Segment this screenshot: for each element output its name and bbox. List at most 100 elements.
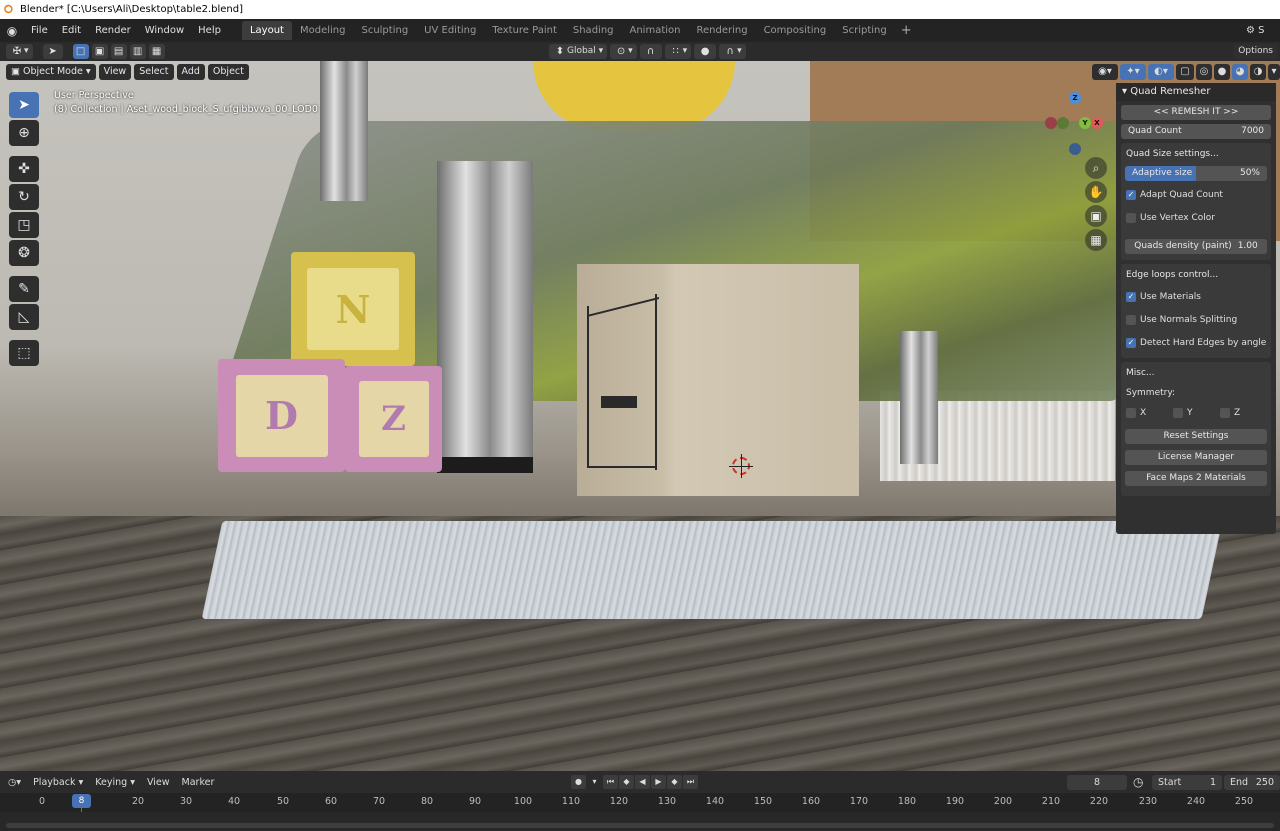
shading-rendered[interactable]: ◑ <box>1250 64 1266 80</box>
cursor-tool[interactable]: ⊕ <box>9 120 39 146</box>
play-button[interactable]: ▶ <box>651 775 666 789</box>
adaptive-size-slider[interactable]: Adaptive size 50% <box>1125 166 1267 181</box>
use-materials-checkbox[interactable]: ✓ Use Materials <box>1121 285 1271 308</box>
gizmo-neg-y[interactable] <box>1057 117 1069 129</box>
gizmo-x-axis[interactable]: X <box>1091 117 1103 129</box>
tab-rendering[interactable]: Rendering <box>688 21 755 40</box>
perspective-toggle-button[interactable]: ▦ <box>1085 229 1107 251</box>
next-keyframe-button[interactable]: ◆ <box>667 775 682 789</box>
use-preview-range-icon[interactable]: ◷ <box>1133 775 1143 789</box>
tab-scripting[interactable]: Scripting <box>834 21 894 40</box>
quad-size-title[interactable]: Quad Size settings... <box>1121 145 1271 164</box>
gizmos-toggle[interactable]: ✦▾ <box>1120 64 1146 80</box>
gizmo-neg-z[interactable] <box>1069 143 1081 155</box>
move-tool[interactable]: ✜ <box>9 156 39 182</box>
tab-uv-editing[interactable]: UV Editing <box>416 21 484 40</box>
select-mode-button[interactable]: ➤ <box>42 44 63 59</box>
visibility-dropdown[interactable]: ◉▾ <box>1092 64 1118 80</box>
symmetry-z-checkbox[interactable]: Z <box>1220 402 1267 425</box>
navigation-gizmo[interactable]: Z X Y <box>1040 89 1110 159</box>
detect-hard-edges-checkbox[interactable]: ✓ Detect Hard Edges by angle <box>1121 331 1271 354</box>
select-new-button[interactable]: □ <box>72 44 89 59</box>
camera-view-button[interactable]: ▣ <box>1085 205 1107 227</box>
timeline-menu-playback[interactable]: Playback ▾ <box>27 777 89 788</box>
start-frame-field[interactable]: Start 1 <box>1152 775 1222 790</box>
gizmo-z-axis[interactable]: Z <box>1069 92 1081 104</box>
symmetry-x-checkbox[interactable]: X <box>1126 402 1173 425</box>
menu-window[interactable]: Window <box>138 19 191 42</box>
select-extend-button[interactable]: ▣ <box>91 44 108 59</box>
use-vertex-color-checkbox[interactable]: Use Vertex Color <box>1121 206 1271 229</box>
select-invert-button[interactable]: ▥ <box>129 44 146 59</box>
shading-wireframe[interactable]: ◎ <box>1196 64 1212 80</box>
select-subtract-button[interactable]: ▤ <box>110 44 127 59</box>
falloff-dropdown[interactable]: ∩ ▾ <box>719 44 746 59</box>
3d-cursor[interactable] <box>729 454 753 478</box>
quad-count-field[interactable]: Quad Count 7000 <box>1121 124 1271 139</box>
tab-compositing[interactable]: Compositing <box>756 21 835 40</box>
select-box-tool[interactable]: ➤ <box>9 92 39 118</box>
menu-help[interactable]: Help <box>191 19 228 42</box>
jump-start-button[interactable]: ⏮ <box>603 775 618 789</box>
timeline-body[interactable] <box>0 812 1280 831</box>
pan-view-button[interactable]: ✋ <box>1085 181 1107 203</box>
menu-file[interactable]: File <box>24 19 55 42</box>
annotate-tool[interactable]: ✎ <box>9 276 39 302</box>
quad-remesher-header[interactable]: ▾ Quad Remesher <box>1116 83 1276 101</box>
select-intersect-button[interactable]: ▦ <box>148 44 165 59</box>
tab-shading[interactable]: Shading <box>565 21 622 40</box>
tab-layout[interactable]: Layout <box>241 21 292 40</box>
prev-keyframe-button[interactable]: ◆ <box>619 775 634 789</box>
tab-modeling[interactable]: Modeling <box>292 21 354 40</box>
orientation-dropdown[interactable]: ⬍ Global ▾ <box>549 44 608 59</box>
auto-keying-toggle[interactable]: ● <box>571 775 586 789</box>
gizmo-neg-x[interactable] <box>1045 117 1057 129</box>
tab-animation[interactable]: Animation <box>622 21 689 40</box>
scene-selector[interactable]: ⚙ S <box>1240 19 1280 42</box>
tab-texture-paint[interactable]: Texture Paint <box>484 21 565 40</box>
viewport-menu-add[interactable]: Add <box>176 64 205 80</box>
pivot-dropdown[interactable]: ⊙ ▾ <box>610 44 637 59</box>
transform-tool[interactable]: ❂ <box>9 240 39 266</box>
rotate-tool[interactable]: ↻ <box>9 184 39 210</box>
shading-dropdown[interactable]: ▾ <box>1268 64 1280 80</box>
measure-tool[interactable]: ◺ <box>9 304 39 330</box>
viewport-menu-view[interactable]: View <box>98 64 132 80</box>
xray-toggle[interactable]: ▢ <box>1176 64 1194 80</box>
editor-type-dropdown[interactable]: ◷▾ <box>0 777 27 788</box>
adapt-quad-count-checkbox[interactable]: ✓ Adapt Quad Count <box>1121 183 1271 206</box>
tab-sculpting[interactable]: Sculpting <box>353 21 416 40</box>
shading-material[interactable]: ◕ <box>1232 64 1248 80</box>
snap-target-dropdown[interactable]: ∷ ▾ <box>664 44 692 59</box>
timeline-scrollbar[interactable] <box>6 823 1274 828</box>
viewport-menu-select[interactable]: Select <box>134 64 174 80</box>
quads-density-field[interactable]: Quads density (paint) 1.00 <box>1125 239 1267 254</box>
3d-viewport[interactable]: N D Z ▣ Object Mode ▾ View Select Add Ob… <box>0 61 1280 771</box>
viewport-menu-object[interactable]: Object <box>207 64 249 80</box>
timeline-menu-keying[interactable]: Keying ▾ <box>89 777 141 788</box>
proportional-edit-toggle[interactable]: ● <box>694 44 717 59</box>
blender-logo-icon[interactable]: ◉ <box>0 24 24 38</box>
scale-tool[interactable]: ◳ <box>9 212 39 238</box>
end-frame-field[interactable]: End 250 <box>1224 775 1280 790</box>
overlays-toggle[interactable]: ◐▾ <box>1148 64 1174 80</box>
edge-loops-title[interactable]: Edge loops control... <box>1121 266 1271 285</box>
symmetry-y-checkbox[interactable]: Y <box>1173 402 1220 425</box>
shading-solid[interactable]: ● <box>1214 64 1230 80</box>
reset-settings-button[interactable]: Reset Settings <box>1125 429 1267 444</box>
license-manager-button[interactable]: License Manager <box>1125 450 1267 465</box>
snap-toggle[interactable]: ∩ <box>639 44 662 59</box>
play-reverse-button[interactable]: ◀ <box>635 775 650 789</box>
menu-edit[interactable]: Edit <box>55 19 88 42</box>
timeline-menu-marker[interactable]: Marker <box>176 777 221 788</box>
transform-tool-dropdown[interactable]: ✠ ▾ <box>6 44 33 59</box>
playhead[interactable]: 8 <box>72 794 91 808</box>
options-dropdown[interactable]: Options <box>1233 44 1278 59</box>
timeline-ruler[interactable]: 0 20 30 40 50 60 70 80 90 100 110 120 13… <box>0 793 1280 824</box>
gizmo-y-axis[interactable]: Y <box>1079 117 1091 129</box>
misc-title[interactable]: Misc... <box>1121 364 1271 383</box>
object-mode-dropdown[interactable]: ▣ Object Mode ▾ <box>6 64 96 80</box>
add-cube-tool[interactable]: ⬚ <box>9 340 39 366</box>
remesh-it-button[interactable]: << REMESH IT >> <box>1121 105 1271 120</box>
use-normals-splitting-checkbox[interactable]: Use Normals Splitting <box>1121 308 1271 331</box>
